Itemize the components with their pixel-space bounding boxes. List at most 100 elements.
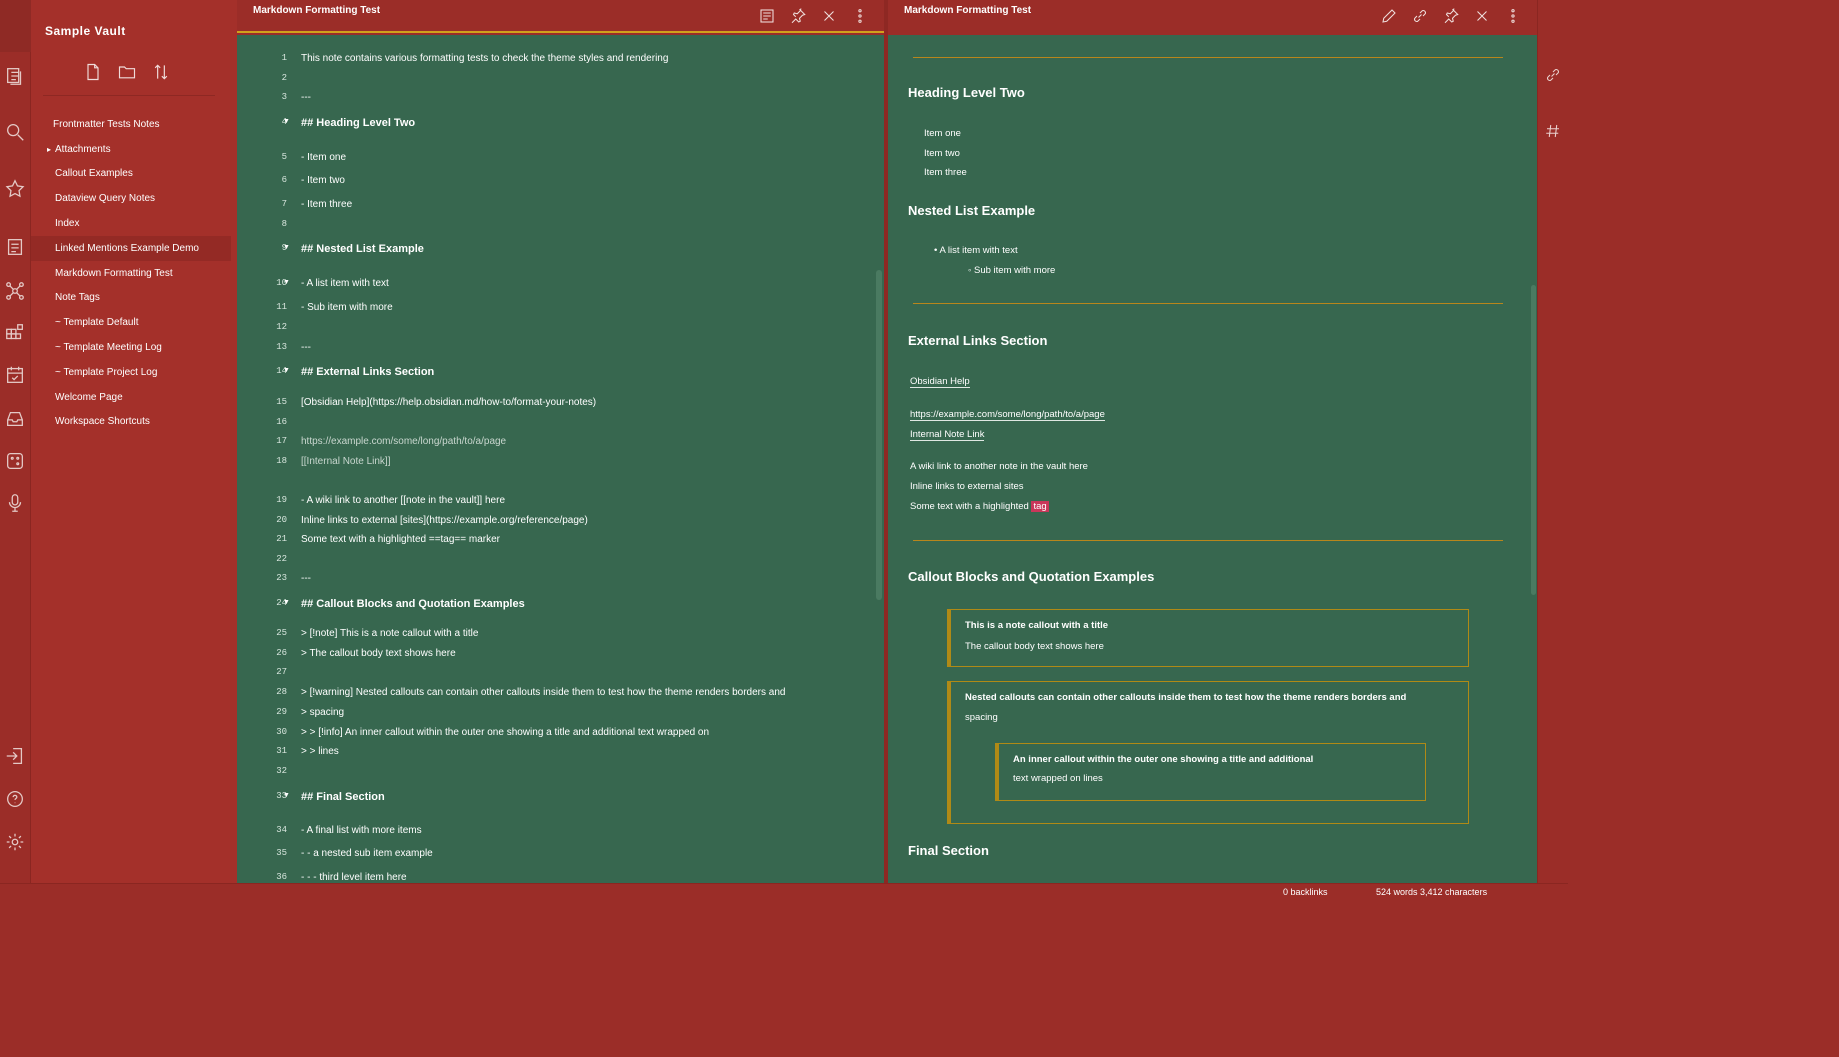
preview-pane: Markdown Formatting Test Heading Level T… [888,0,1537,883]
note-icon[interactable] [4,236,26,258]
horizontal-rule [913,57,1503,58]
tree-file[interactable]: ▸ Attachments [31,137,237,162]
files-icon[interactable] [4,65,26,87]
highlight-prefix: Some text with a highlighted [910,501,1029,512]
editor-line: ## Callout Blocks and Quotation Examples [301,598,525,610]
tree-item-label: Index [55,218,80,230]
line-number: 2 [281,73,287,83]
internal-link[interactable]: Internal Note Link [910,429,985,441]
tree-file[interactable]: ~ Template Project Log [31,360,237,385]
tree-file[interactable]: Workspace Shortcuts [31,410,237,435]
tree-folder[interactable]: Frontmatter Tests Notes [31,112,237,137]
editor-scrollbar[interactable] [876,270,882,600]
pin-icon[interactable] [1442,7,1463,27]
new-note-icon[interactable] [83,62,103,82]
line-number: 32 [276,766,287,776]
vault-name[interactable]: Sample Vault [45,24,126,38]
tree-item-label: Welcome Page [55,391,123,403]
star-icon[interactable] [4,178,26,200]
tree-file[interactable]: Index [31,211,237,236]
status-bar: 0 backlinks 524 words 3,412 characters [0,883,1568,901]
reading-view-icon[interactable] [758,7,779,27]
external-link[interactable]: https://example.com/some/long/path/to/a/… [910,409,1105,421]
highlighted-tag[interactable]: tag [1031,501,1049,512]
explorer-divider [43,95,215,96]
line-number: 12 [276,322,287,332]
more-options-icon[interactable] [1504,7,1525,27]
tree-file[interactable]: Callout Examples [31,162,237,187]
external-link[interactable]: Obsidian Help [910,376,970,388]
preview-title[interactable]: Markdown Formatting Test [904,5,1031,16]
tree-file[interactable]: Linked Mentions Example Demo [31,235,231,261]
editor-line: > [!warning] Nested callouts can contain… [301,687,786,698]
fold-caret-icon[interactable]: ▼ [283,599,290,606]
fold-caret-icon[interactable]: ▼ [283,279,290,286]
fold-caret-icon[interactable]: ▼ [283,244,290,251]
tree-file[interactable]: ~ Template Meeting Log [31,335,237,360]
edit-icon[interactable] [1380,7,1401,27]
editor-line: > The callout body text shows here [301,648,456,659]
line-number: 17 [276,436,287,446]
callout-body: spacing [965,712,998,723]
close-icon[interactable] [820,7,841,27]
callout-title: Nested callouts can contain other callou… [965,692,1407,703]
line-number: 16 [276,417,287,427]
tree-item-label: Markdown Formatting Test [55,267,173,279]
grid-icon[interactable] [4,322,26,344]
editor-title[interactable]: Markdown Formatting Test [253,5,380,16]
exit-vault-icon[interactable] [4,745,26,767]
editor-content[interactable]: 1 This note contains various formatting t… [237,35,884,883]
list-item: Item one [924,128,961,139]
more-options-icon[interactable] [851,7,872,27]
word-count: 524 words 3,412 characters [1376,887,1488,897]
new-folder-icon[interactable] [117,62,137,82]
line-number: 13 [276,342,287,352]
fold-caret-icon[interactable]: ▼ [283,792,290,799]
preview-heading: Heading Level Two [908,85,1025,100]
line-number: 35 [276,848,287,858]
explorer-actions [83,62,171,82]
pin-icon[interactable] [789,7,810,27]
tree-file[interactable]: ~ Template Default [31,310,237,335]
tree-file[interactable]: Markdown Formatting Test [31,261,237,286]
editor-pane: Markdown Formatting Test 1 This note cont… [237,0,884,883]
microphone-icon[interactable] [4,492,26,514]
tree-item-label: ~ Template Meeting Log [55,342,162,354]
tree-file[interactable]: Welcome Page [31,385,237,410]
backlinks-count[interactable]: 0 backlinks [1283,887,1328,897]
tree-item-label: Linked Mentions Example Demo [55,242,199,254]
paragraph: A wiki link to another note in the vault… [910,461,1088,472]
archive-icon[interactable] [4,408,26,430]
file-explorer: Sample Vault Frontmatter Tests Notes ▸ Att… [31,0,237,883]
sort-icon[interactable] [151,62,171,82]
help-icon[interactable] [4,788,26,810]
line-number: 28 [276,687,287,697]
editor-line: - Item one [301,152,347,163]
tree-file[interactable]: Note Tags [31,286,237,311]
editor-line: --- [301,342,311,353]
dice-icon[interactable] [4,450,26,472]
backlinks-icon[interactable] [1544,66,1564,86]
settings-icon[interactable] [4,831,26,853]
app-window: Sample Vault Frontmatter Tests Notes ▸ Att… [0,0,1568,901]
line-number: 27 [276,667,287,677]
preview-scrollbar[interactable] [1531,285,1536,595]
tags-icon[interactable] [1544,122,1564,142]
editor-actions [758,7,872,27]
preview-content[interactable]: Heading Level Two Item one Item two Item… [888,35,1537,883]
preview-header: Markdown Formatting Test [888,0,1537,33]
search-icon[interactable] [4,121,26,143]
fold-caret-icon[interactable]: ▼ [283,367,290,374]
link-icon[interactable] [1411,7,1432,27]
tree-file[interactable]: Dataview Query Notes [31,186,237,211]
editor-line: - - a nested sub item example [301,848,433,859]
fold-caret-icon[interactable]: ▼ [283,118,290,125]
graph-icon[interactable] [4,280,26,302]
line-number: 26 [276,648,287,658]
ribbon-top [0,0,31,52]
editor-line: ## Final Section [301,791,385,803]
line-number: 25 [276,628,287,638]
calendar-icon[interactable] [4,364,26,386]
note-callout: This is a note callout with a title The … [947,609,1469,667]
close-icon[interactable] [1473,7,1494,27]
